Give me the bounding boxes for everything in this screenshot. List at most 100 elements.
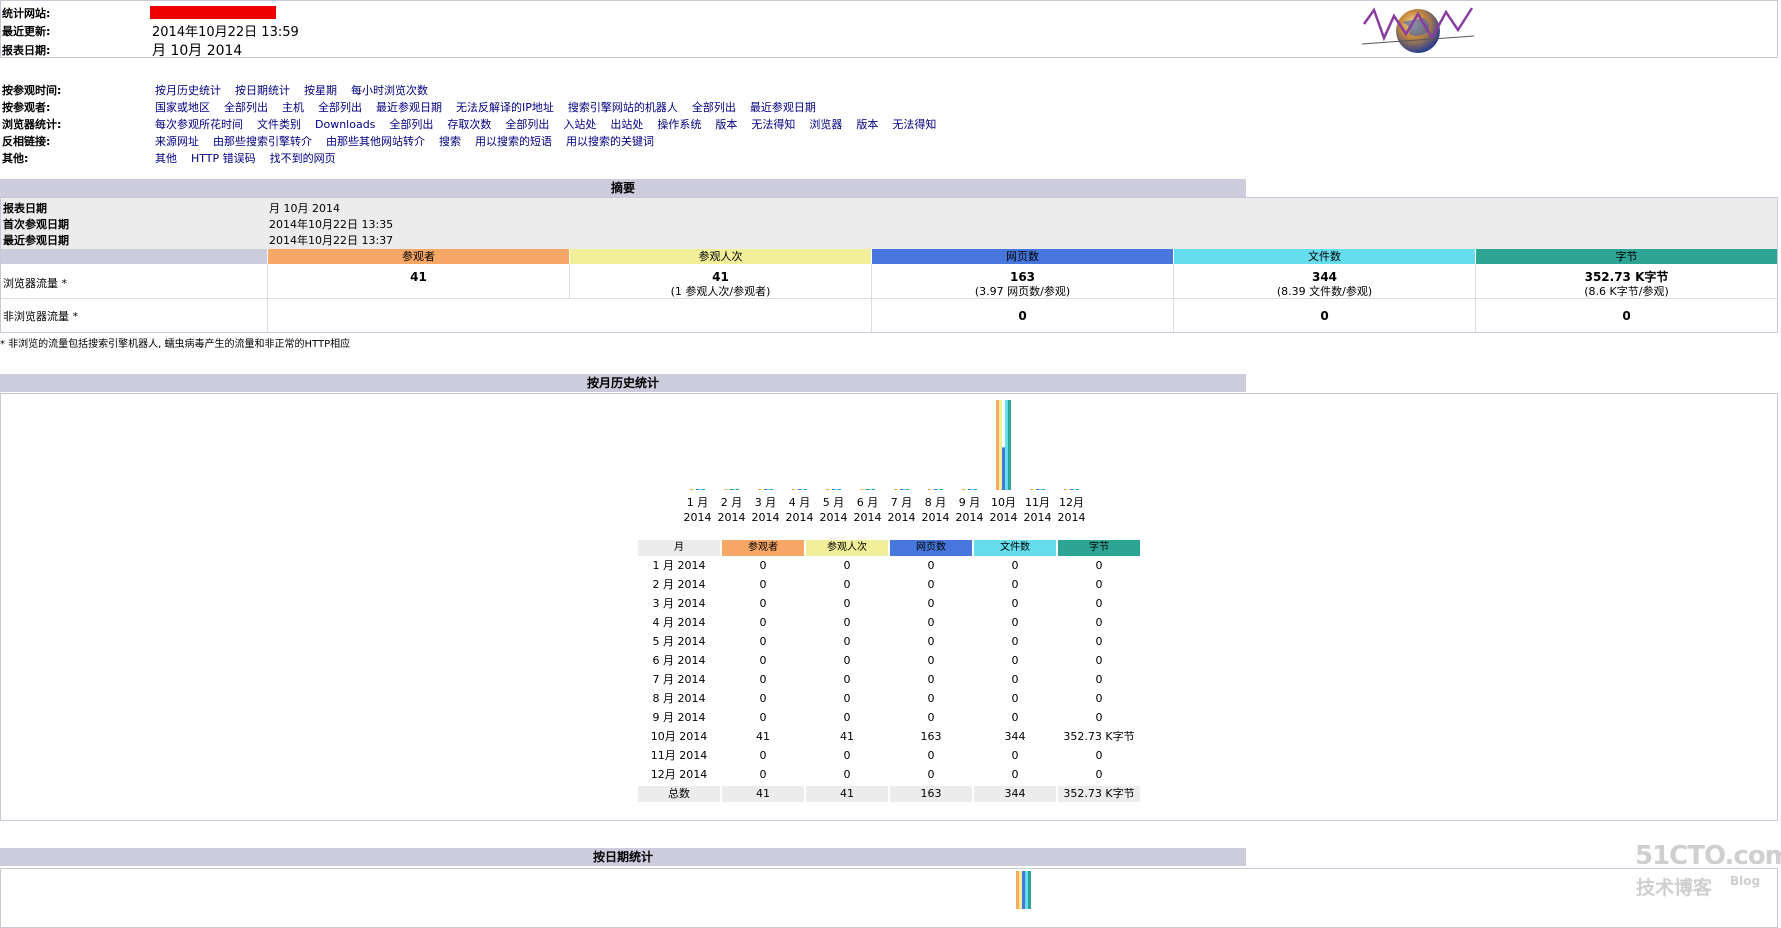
x-tick-month: 5 月 [823, 496, 845, 509]
monthly-row-value: 0 [1095, 616, 1103, 629]
bar-visits-6 [863, 489, 866, 490]
bar-pages-9 [968, 489, 971, 490]
nav-link-hosts[interactable]: 主机 [282, 101, 304, 114]
monthly-row-value: 0 [1011, 597, 1019, 610]
period-value: 月 10月 2014 [152, 43, 243, 59]
nav-link-hourly[interactable]: 每小时浏览次数 [351, 84, 428, 97]
nav-link-os-version[interactable]: 版本 [715, 118, 737, 131]
monthly-row-value: 352.73 K字节 [1063, 730, 1135, 743]
bar-pages-2 [730, 489, 733, 490]
monthly-table-header: 月 [638, 540, 720, 556]
nav-link-robots-last[interactable]: 最近参观日期 [750, 101, 816, 114]
x-tick-year: 2014 [922, 511, 950, 524]
nav-link-downloads-all[interactable]: 全部列出 [389, 118, 433, 131]
bar-visitors-8 [928, 489, 931, 490]
viewed-visits-value: 41 [712, 270, 729, 284]
monthly-row-value: 0 [843, 654, 851, 667]
notviewed-pages-cell: 0 [872, 309, 1173, 324]
bar-pages-4 [798, 489, 801, 490]
monthly-row-value: 0 [1095, 635, 1103, 648]
monthly-total-value: 344 [974, 786, 1056, 802]
nav-link-access-all[interactable]: 全部列出 [505, 118, 549, 131]
nav-link-origin[interactable]: 来源网址 [155, 135, 199, 148]
nav-link-session-duration[interactable]: 每次参观所花时间 [155, 118, 243, 131]
nav-link-robots[interactable]: 搜索引擎网站的机器人 [568, 101, 678, 114]
nav-link-hosts-all[interactable]: 全部列出 [318, 101, 362, 114]
nav-link-search-engines[interactable]: 由那些搜索引擎转介 [213, 135, 312, 148]
x-tick-month: 1 月 [687, 496, 709, 509]
nav-link-exit[interactable]: 出站处 [610, 118, 643, 131]
nav-link-monthly-history[interactable]: 按月历史统计 [155, 84, 221, 97]
nav-link-search[interactable]: 搜索 [439, 135, 461, 148]
bar-pages-1 [696, 489, 699, 490]
nav-link-misc[interactable]: 其他 [155, 152, 177, 165]
bar-visitors-5 [826, 489, 829, 490]
bar-hits-4 [801, 489, 804, 490]
monthly-row-value: 0 [1011, 635, 1019, 648]
summary-first-visit-label: 首次参观日期 [3, 218, 69, 231]
monthly-row-value: 0 [843, 673, 851, 686]
monthly-row-label: 8 月 2014 [652, 692, 706, 705]
summary-period-label: 报表日期 [3, 202, 47, 215]
nav-link-hosts-last[interactable]: 最近参观日期 [376, 101, 442, 114]
notviewed-hits-value: 0 [1320, 309, 1329, 323]
monthly-row-value: 163 [920, 730, 942, 743]
nav-label-others: 其他: [2, 152, 29, 165]
updated-label: 最近更新: [2, 25, 51, 38]
monthly-section-title: 按月历史统计 [0, 374, 1246, 392]
nav-link-os[interactable]: 操作系统 [657, 118, 701, 131]
monthly-row-value: 0 [927, 654, 935, 667]
bar-hits-1 [699, 489, 702, 490]
monthly-total-value: 352.73 K字节 [1058, 786, 1140, 802]
monthly-row-value: 0 [843, 559, 851, 572]
monthly-table-header: 参观者 [722, 540, 804, 556]
bar-bandwidth-12 [1076, 489, 1079, 490]
nav-link-browser-version[interactable]: 版本 [856, 118, 878, 131]
nav-link-search-phrases[interactable]: 用以搜索的短语 [475, 135, 552, 148]
nav-link-browser-unknown[interactable]: 无法得知 [892, 118, 936, 131]
nav-link-http-errors[interactable]: HTTP 错误码 [191, 152, 256, 165]
bar-bandwidth-10 [1008, 400, 1011, 490]
bar-visits-9 [965, 489, 968, 490]
nav-link-countries[interactable]: 国家或地区 [155, 101, 210, 114]
bar-bandwidth-5 [838, 489, 841, 490]
nav-link-search-keywords[interactable]: 用以搜索的关键词 [566, 135, 654, 148]
nav-row-visitors: 国家或地区 全部列出 主机 全部列出 最近参观日期 无法反解译的IP地址 搜索引擎网站的机器… [155, 99, 830, 115]
nav-link-not-found[interactable]: 找不到的网页 [270, 152, 336, 165]
x-tick-year: 2014 [990, 511, 1018, 524]
nav-link-os-unknown[interactable]: 无法得知 [751, 118, 795, 131]
nav-link-daily-stats[interactable]: 按日期统计 [235, 84, 290, 97]
bar-visits-5 [829, 489, 832, 490]
viewed-pages-ratio: (3.97 网页数/参观) [974, 285, 1071, 298]
nav-link-downloads[interactable]: Downloads [315, 118, 375, 131]
bar-hits-3 [767, 489, 770, 490]
x-tick-year: 2014 [752, 511, 780, 524]
watermark-blog: Blog [1730, 874, 1761, 888]
x-tick-month: 4 月 [789, 496, 811, 509]
x-tick-year: 2014 [786, 511, 814, 524]
nav-link-weekday[interactable]: 按星期 [304, 84, 337, 97]
viewed-pages-value: 163 [1009, 270, 1036, 284]
nav-link-browsers[interactable]: 浏览器 [809, 118, 842, 131]
nav-link-countries-all[interactable]: 全部列出 [224, 101, 268, 114]
bar-bandwidth-7 [906, 489, 909, 490]
monthly-row-value: 0 [1011, 749, 1019, 762]
monthly-row-value: 0 [1011, 559, 1019, 572]
bar-pages-5 [832, 489, 835, 490]
monthly-row-value: 0 [1095, 654, 1103, 667]
bar-pages-3 [764, 489, 767, 490]
nav-link-other-sites[interactable]: 由那些其他网站转介 [326, 135, 425, 148]
nav-link-unresolved-ip[interactable]: 无法反解译的IP地址 [456, 101, 554, 114]
nav-link-access-count[interactable]: 存取次数 [447, 118, 491, 131]
nav-link-file-types[interactable]: 文件类别 [257, 118, 301, 131]
x-tick-month: 12月 [1059, 496, 1084, 509]
bar-hits-7 [903, 489, 906, 490]
nav-link-entry[interactable]: 入站处 [563, 118, 596, 131]
bar-visits-1 [693, 489, 696, 490]
monthly-table-header: 参观人次 [806, 540, 888, 556]
monthly-row-value: 0 [759, 711, 767, 724]
nav-link-robots-all[interactable]: 全部列出 [692, 101, 736, 114]
daily-bar-bandwidth [1028, 871, 1031, 909]
monthly-row-value: 0 [759, 578, 767, 591]
summary-col-visitors: 参观者 [268, 249, 569, 264]
